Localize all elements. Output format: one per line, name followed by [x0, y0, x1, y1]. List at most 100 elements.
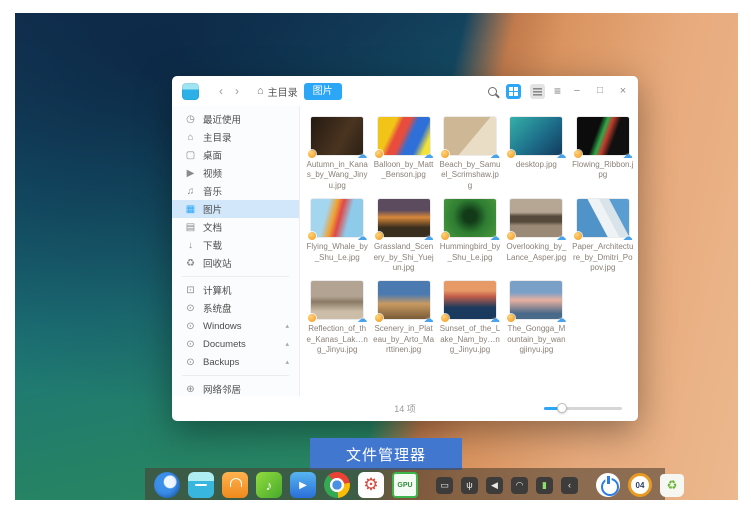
file-item[interactable]: ☁Grassland_Scenery_by_Shi_Yuejun.jpg — [370, 197, 436, 275]
home-icon: ⌂ — [185, 132, 196, 143]
maximize-button[interactable]: □ — [593, 84, 607, 98]
sidebar-item-network[interactable]: ⊕网络邻居 — [172, 380, 299, 396]
tray-usb-icon[interactable]: ψ — [461, 477, 478, 494]
file-item[interactable]: ☁The_Gongga_Mountain_by_wangjinyu.jpg — [503, 279, 569, 357]
emblem-favorite-icon — [507, 232, 515, 240]
desktop-wallpaper: ‹ › ⌂ 主目录 图片 — [15, 13, 738, 500]
file-view: ☁Autumn_in_Kanas_by_Wang_Jinyu.jpg☁Ballo… — [300, 106, 638, 396]
sidebar-item-videos[interactable]: ▶视频 — [172, 164, 299, 182]
file-thumbnail: ☁ — [311, 117, 363, 155]
dock-gpu-icon[interactable]: GPU — [392, 472, 418, 498]
sidebar-item-trash[interactable]: ♻回收站 — [172, 254, 299, 272]
zoom-slider[interactable] — [544, 407, 622, 410]
sidebar-item-home[interactable]: ⌂主目录 — [172, 128, 299, 146]
dock: ♪▶⚙GPU▭ψ◀◠▮‹04♻ — [145, 468, 665, 500]
file-item[interactable]: ☁Autumn_in_Kanas_by_Wang_Jinyu.jpg — [304, 115, 370, 193]
sidebar-item-windows[interactable]: ⊙Windows▴ — [172, 317, 299, 335]
icon-view-button[interactable] — [506, 84, 521, 99]
emblem-cloud-icon: ☁ — [357, 151, 367, 161]
emblem-cloud-icon: ☁ — [357, 315, 367, 325]
file-name: desktop.jpg — [505, 160, 567, 170]
list-view-icon — [533, 87, 542, 96]
window-body: ◷最近使用⌂主目录▢桌面▶视频♫音乐▦图片▤文档↓下载♻回收站 ⊡计算机⊙系统盘⊙… — [172, 106, 638, 396]
file-thumbnail: ☁ — [378, 281, 430, 319]
menu-icon[interactable]: ≡ — [554, 84, 561, 98]
sidebar-item-backups[interactable]: ⊙Backups▴ — [172, 353, 299, 371]
zoom-slider-handle[interactable] — [557, 403, 567, 413]
dock-music-player-icon[interactable]: ♪ — [256, 472, 282, 498]
file-item[interactable]: ☁ desktop.jpg — [503, 115, 569, 193]
close-button[interactable]: × — [616, 84, 630, 98]
dock-file-manager-icon[interactable] — [188, 472, 214, 498]
file-item[interactable]: ☁Overlooking_by_Lance_Asper.jpg — [503, 197, 569, 275]
emblem-favorite-icon — [507, 150, 515, 158]
file-item[interactable]: ☁Flying_Whale_by_Shu_Le.jpg — [304, 197, 370, 275]
dock-control-center-icon[interactable]: ⚙ — [358, 472, 384, 498]
emblem-favorite-icon — [308, 232, 316, 240]
videos-icon: ▶ — [185, 168, 196, 179]
emblem-favorite-icon — [308, 150, 316, 158]
titlebar-right: ≡ − □ × — [488, 84, 630, 99]
eject-icon[interactable]: ▴ — [285, 358, 289, 366]
clock-icon: ◷ — [185, 114, 196, 125]
sidebar-item-documents[interactable]: ▤文档 — [172, 218, 299, 236]
forward-icon[interactable]: › — [229, 83, 245, 99]
search-icon[interactable] — [488, 87, 497, 96]
dock-chrome-icon[interactable] — [324, 472, 350, 498]
sidebar-item-label: 网络邻居 — [203, 382, 241, 396]
tray-display-icon[interactable]: ▭ — [436, 477, 453, 494]
sidebar-item-label: Backups — [203, 357, 239, 368]
file-thumbnail: ☁ — [577, 117, 629, 155]
file-thumbnail: ☁ — [510, 117, 562, 155]
item-count: 14 项 — [394, 402, 416, 415]
dock-trash-icon[interactable]: ♻ — [660, 474, 684, 497]
dock-launcher-icon[interactable] — [154, 472, 180, 498]
list-view-button[interactable] — [530, 84, 545, 99]
file-name: Sunset_of_the_Lake_Nam_by…ng_Jinyu.jpg — [439, 324, 501, 355]
file-item[interactable]: ☁Beach_by_Samuel_Scrimshaw.jpg — [437, 115, 503, 193]
home-icon: ⌂ — [257, 85, 264, 97]
sidebar-separator — [182, 276, 289, 277]
sidebar: ◷最近使用⌂主目录▢桌面▶视频♫音乐▦图片▤文档↓下载♻回收站 ⊡计算机⊙系统盘⊙… — [172, 106, 300, 396]
file-name: Beach_by_Samuel_Scrimshaw.jpg — [439, 160, 501, 191]
sidebar-item-pictures[interactable]: ▦图片 — [172, 200, 299, 218]
emblem-cloud-icon: ☁ — [490, 151, 500, 161]
sidebar-item-downloads[interactable]: ↓下载 — [172, 236, 299, 254]
back-icon[interactable]: ‹ — [213, 83, 229, 99]
file-item[interactable]: ☁Hummingbird_by_Shu_Le.jpg — [437, 197, 503, 275]
sidebar-item-recent[interactable]: ◷最近使用 — [172, 110, 299, 128]
file-thumbnail: ☁ — [378, 199, 430, 237]
sidebar-item-documets[interactable]: ⊙Documets▴ — [172, 335, 299, 353]
sidebar-item-desktop[interactable]: ▢桌面 — [172, 146, 299, 164]
file-item[interactable]: ☁Scenery_in_Plateau_by_Arto_Marttinen.jp… — [370, 279, 436, 357]
file-item[interactable]: ☁Reflection_of_the_Kanas_Lak…ng_Jinyu.jp… — [304, 279, 370, 357]
dock-power-icon[interactable] — [596, 473, 620, 497]
file-thumbnail: ☁ — [510, 281, 562, 319]
tray-battery-icon[interactable]: ▮ — [536, 477, 553, 494]
file-item[interactable]: ☁Balloon_by_Matt_Benson.jpg — [370, 115, 436, 193]
emblem-cloud-icon: ☁ — [490, 315, 500, 325]
dock-video-player-icon[interactable]: ▶ — [290, 472, 316, 498]
file-item[interactable]: ☁Paper_Architecture_by_Dmitri_Popov.jpg — [570, 197, 636, 275]
sidebar-item-label: Documets — [203, 339, 246, 350]
dock-clock-icon[interactable]: 04 — [628, 473, 652, 497]
dock-tooltip: 文件管理器 — [310, 438, 462, 470]
emblem-cloud-icon: ☁ — [490, 233, 500, 243]
file-item[interactable]: ☁Sunset_of_the_Lake_Nam_by…ng_Jinyu.jpg — [437, 279, 503, 357]
tray-volume-icon[interactable]: ◀ — [486, 477, 503, 494]
breadcrumb[interactable]: ⌂ 主目录 — [257, 84, 298, 99]
file-item[interactable]: ☁Flowing_Ribbon.jpg — [570, 115, 636, 193]
emblem-favorite-icon — [441, 232, 449, 240]
eject-icon[interactable]: ▴ — [285, 340, 289, 348]
tray-collapse-icon[interactable]: ‹ — [561, 477, 578, 494]
tray-wifi-icon[interactable]: ◠ — [511, 477, 528, 494]
dock-app-store-icon[interactable] — [222, 472, 248, 498]
minimize-button[interactable]: − — [570, 84, 584, 98]
emblem-favorite-icon — [507, 314, 515, 322]
sidebar-item-computer[interactable]: ⊡计算机 — [172, 281, 299, 299]
eject-icon[interactable]: ▴ — [285, 322, 289, 330]
sidebar-item-system-disk[interactable]: ⊙系统盘 — [172, 299, 299, 317]
tab-pictures[interactable]: 图片 — [304, 83, 342, 100]
sidebar-item-music[interactable]: ♫音乐 — [172, 182, 299, 200]
emblem-favorite-icon — [375, 150, 383, 158]
